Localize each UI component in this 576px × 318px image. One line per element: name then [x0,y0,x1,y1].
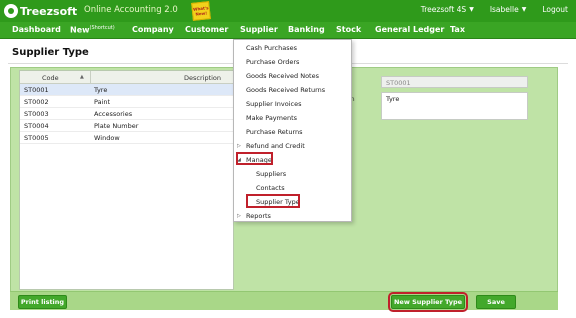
menu-item-reports[interactable]: ▷ Reports [234,210,351,223]
description-field[interactable]: Tyre [381,92,528,120]
user-area: Treezsoft 4S ▼ Isabelle ▼ Logout [421,5,568,14]
cell-code: ST0005 [24,134,49,142]
whats-new-badge[interactable]: What's New! [191,1,211,21]
nav-supplier[interactable]: Supplier [240,25,278,34]
menu-item-label: Refund and Credit [246,142,305,150]
menu-item-make-payments[interactable]: Make Payments [234,112,351,125]
nav-new[interactable]: New(Shortcut) [70,25,115,35]
nav-dashboard[interactable]: Dashboard [12,25,61,34]
cell-code: ST0003 [24,110,49,118]
menu-item-purchase-orders[interactable]: Purchase Orders [234,56,351,69]
highlight-box-manage [236,152,273,165]
menu-item-label: Reports [246,212,271,220]
user-name: Isabelle [489,5,519,14]
cell-description: Accessories [94,110,133,118]
cell-description: Window [94,134,120,142]
nav-stock[interactable]: Stock [336,25,361,34]
save-button[interactable]: Save [476,295,516,309]
company-switcher[interactable]: Treezsoft 4S ▼ [421,5,474,14]
logo-icon [4,4,18,18]
highlight-box-supplier-type [246,194,300,208]
nav-company[interactable]: Company [132,25,174,34]
menu-item-suppliers[interactable]: Suppliers [234,168,351,181]
menu-item-cash-purchases[interactable]: Cash Purchases [234,42,351,55]
grid-header: Code ▲ Description [20,71,233,84]
chevron-down-icon: ▼ [521,6,527,13]
table-row[interactable]: ST0004 Plate Number [20,120,233,132]
top-header: Treezsoft Online Accounting 2.0 What's N… [0,0,576,22]
menu-item-goods-received-notes[interactable]: Goods Received Notes [234,70,351,83]
column-divider[interactable] [90,71,91,84]
company-name: Treezsoft 4S [420,5,467,14]
cell-description: Tyre [94,86,108,94]
table-row[interactable]: ST0002 Paint [20,96,233,108]
cell-code: ST0001 [24,86,49,94]
logout-link[interactable]: Logout [542,5,568,14]
brand-name: Treezsoft [20,4,78,18]
cell-code: ST0004 [24,122,49,130]
page-title: Supplier Type [12,47,89,58]
column-header-description[interactable]: Description [184,74,221,82]
nav-customer[interactable]: Customer [185,25,228,34]
cell-description: Paint [94,98,111,106]
menu-item-supplier-invoices[interactable]: Supplier Invoices [234,98,351,111]
logo[interactable]: Treezsoft [4,2,77,20]
user-menu[interactable]: Isabelle ▼ [490,5,527,14]
print-listing-button[interactable]: Print listing [18,295,67,309]
menu-item-goods-received-returns[interactable]: Goods Received Returns [234,84,351,97]
menu-item-purchase-returns[interactable]: Purchase Returns [234,126,351,139]
nav-new-label: New [70,25,90,35]
supplier-type-grid: Code ▲ Description ST0001 Tyre ST0002 Pa… [19,70,234,290]
nav-general-ledger[interactable]: General Ledger [375,25,444,34]
cell-code: ST0002 [24,98,49,106]
column-header-code[interactable]: Code [42,74,59,82]
table-row[interactable]: ST0001 Tyre [20,84,233,96]
cell-description: Plate Number [94,122,139,130]
table-row[interactable]: ST0003 Accessories [20,108,233,120]
table-row[interactable]: ST0005 Window [20,132,233,144]
code-field[interactable]: ST0001 [381,76,528,88]
nav-tax[interactable]: Tax [450,25,465,34]
new-supplier-type-button[interactable]: New Supplier Type [388,292,468,312]
caret-right-icon: ▷ [237,213,241,219]
nav-new-sup: (Shortcut) [89,25,115,31]
app-tagline: Online Accounting 2.0 [84,5,178,15]
sort-ascending-icon[interactable]: ▲ [80,74,84,80]
nav-banking[interactable]: Banking [288,25,325,34]
chevron-down-icon: ▼ [469,6,474,13]
main-nav: Dashboard New(Shortcut) Company Customer… [0,22,576,39]
